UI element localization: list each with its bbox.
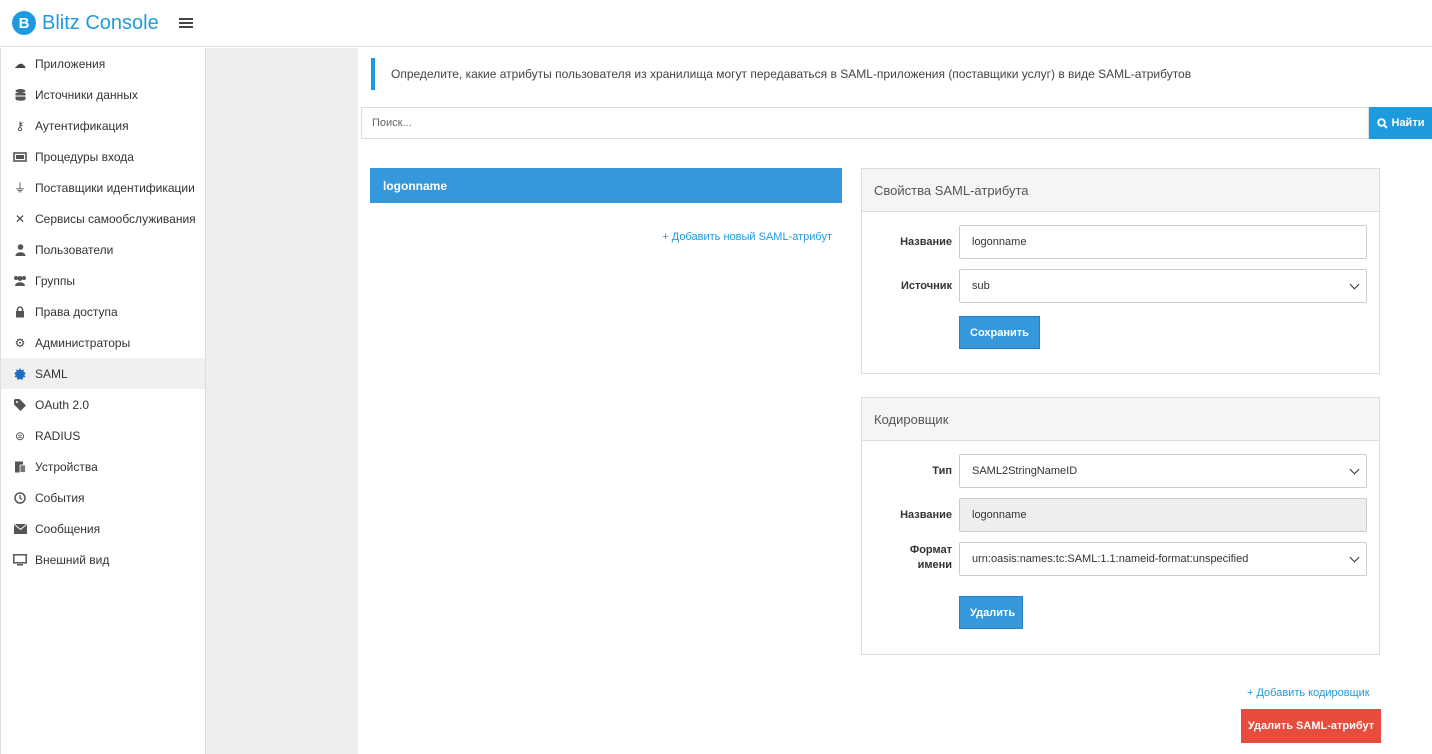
user-icon <box>13 243 27 257</box>
tag-icon <box>13 398 27 412</box>
info-callout: Определите, какие атрибуты пользователя … <box>371 58 1421 90</box>
sidebar-item-label: SAML <box>35 366 68 381</box>
gears-icon: ⚙ <box>14 335 26 350</box>
sidebar-item-label: Внешний вид <box>35 552 110 567</box>
envelope-icon <box>13 522 27 536</box>
sidebar-item-label: События <box>35 490 85 505</box>
radius-icon: ⊜ <box>14 428 26 443</box>
add-saml-attribute-link[interactable]: + Добавить новый SAML-атрибут <box>662 231 832 243</box>
sidebar-item-label: Процедуры входа <box>35 149 134 164</box>
sidebar-item-self-service[interactable]: ✕ Сервисы самообслуживания <box>1 203 205 234</box>
sidebar-item-label: Сервисы самообслуживания <box>35 211 196 226</box>
sidebar-item-label: Аутентификация <box>35 118 129 133</box>
add-encoder-link[interactable]: + Добавить кодировщик <box>1247 687 1370 699</box>
cloud-icon: ☁ <box>14 56 26 71</box>
encoder-panel: Кодировщик Тип SAML2StringNameID Названи… <box>861 397 1380 655</box>
encoder-type-select[interactable]: SAML2StringNameID <box>959 454 1367 488</box>
login-procedure-icon <box>13 150 27 164</box>
sidebar: ☁ Приложения Источники данных ⚷ Аутентиф… <box>0 48 206 754</box>
sidebar-item-label: Администраторы <box>35 335 131 350</box>
name-format-select[interactable]: urn:oasis:names:tc:SAML:1.1:nameid-forma… <box>959 542 1367 576</box>
sidebar-item-label: Права доступа <box>35 304 118 319</box>
field-label: Формат имени <box>862 543 952 573</box>
source-select-value: sub <box>972 280 990 292</box>
sidebar-item-label: RADIUS <box>35 428 81 443</box>
delete-encoder-button[interactable]: Удалить <box>959 596 1023 629</box>
sidebar-item-groups[interactable]: Группы <box>1 265 205 296</box>
chevron-down-icon <box>1349 279 1360 289</box>
field-label: Название <box>900 508 952 521</box>
sidebar-item-data-sources[interactable]: Источники данных <box>1 79 205 110</box>
logo-icon: B <box>12 11 36 35</box>
database-icon <box>13 88 27 102</box>
sidebar-item-label: Приложения <box>35 56 106 71</box>
top-bar: B Blitz Console <box>0 0 1432 47</box>
sidebar-item-applications[interactable]: ☁ Приложения <box>1 48 205 79</box>
search-input[interactable] <box>361 107 1369 139</box>
content-gutter <box>206 48 358 754</box>
sidebar-item-login-procedures[interactable]: Процедуры входа <box>1 141 205 172</box>
panel-heading: Свойства SAML-атрибута <box>862 169 1379 212</box>
sidebar-item-messages[interactable]: Сообщения <box>1 513 205 544</box>
search-icon <box>1376 117 1388 129</box>
name-format-value: urn:oasis:names:tc:SAML:1.1:nameid-forma… <box>972 553 1249 565</box>
attribute-properties-panel: Свойства SAML-атрибута Название logonnam… <box>861 168 1380 374</box>
users-icon <box>13 274 27 288</box>
sidebar-item-label: Сообщения <box>35 521 101 536</box>
tools-icon: ✕ <box>14 211 26 226</box>
plug-icon: ⏚ <box>13 180 26 195</box>
sidebar-item-label: OAuth 2.0 <box>35 397 90 412</box>
field-label: Название <box>900 235 952 248</box>
format-label-line2: имени <box>917 559 952 571</box>
attribute-name-field[interactable]: logonname <box>959 225 1367 259</box>
sidebar-item-oauth[interactable]: OAuth 2.0 <box>1 389 205 420</box>
key-icon: ⚷ <box>15 118 25 133</box>
sidebar-item-users[interactable]: Пользователи <box>1 234 205 265</box>
sidebar-item-label: Пользователи <box>35 242 114 257</box>
encoder-name-field: logonname <box>959 498 1367 532</box>
sidebar-item-saml[interactable]: SAML <box>1 358 205 389</box>
chevron-down-icon <box>1349 552 1360 562</box>
sidebar-item-label: Группы <box>35 273 75 288</box>
search-button[interactable]: Найти <box>1369 107 1432 139</box>
sidebar-item-events[interactable]: События <box>1 482 205 513</box>
menu-toggle-icon[interactable] <box>178 18 193 28</box>
sidebar-item-devices[interactable]: Устройства <box>1 451 205 482</box>
save-button[interactable]: Сохранить <box>959 316 1040 349</box>
panel-heading: Кодировщик <box>862 398 1379 441</box>
sidebar-item-appearance[interactable]: Внешний вид <box>1 544 205 575</box>
sidebar-item-authentication[interactable]: ⚷ Аутентификация <box>1 110 205 141</box>
sidebar-item-label: Устройства <box>35 459 98 474</box>
format-label-line1: Формат <box>909 544 952 556</box>
sidebar-item-access-rights[interactable]: Права доступа <box>1 296 205 327</box>
field-label: Источник <box>900 279 952 292</box>
delete-saml-attribute-button[interactable]: Удалить SAML-атрибут <box>1241 709 1381 743</box>
sidebar-item-administrators[interactable]: ⚙ Администраторы <box>1 327 205 358</box>
main-content: Определите, какие атрибуты пользователя … <box>358 48 1432 754</box>
sidebar-item-label: Поставщики идентификации <box>35 180 195 195</box>
encoder-type-value: SAML2StringNameID <box>972 465 1078 477</box>
field-label: Тип <box>932 464 952 477</box>
lock-icon <box>13 305 27 319</box>
certificate-icon <box>13 367 27 381</box>
saml-attribute-item[interactable]: logonname <box>370 168 842 203</box>
source-select[interactable]: sub <box>959 269 1367 303</box>
sidebar-item-identity-providers[interactable]: ⏚ Поставщики идентификации <box>1 172 205 203</box>
monitor-icon <box>13 553 27 567</box>
app-title[interactable]: Blitz Console <box>42 12 159 35</box>
clock-icon <box>13 491 27 505</box>
search-button-label: Найти <box>1391 117 1425 129</box>
sidebar-item-label: Источники данных <box>35 87 138 102</box>
chevron-down-icon <box>1349 464 1360 474</box>
sidebar-item-radius[interactable]: ⊜ RADIUS <box>1 420 205 451</box>
devices-icon <box>13 460 27 474</box>
